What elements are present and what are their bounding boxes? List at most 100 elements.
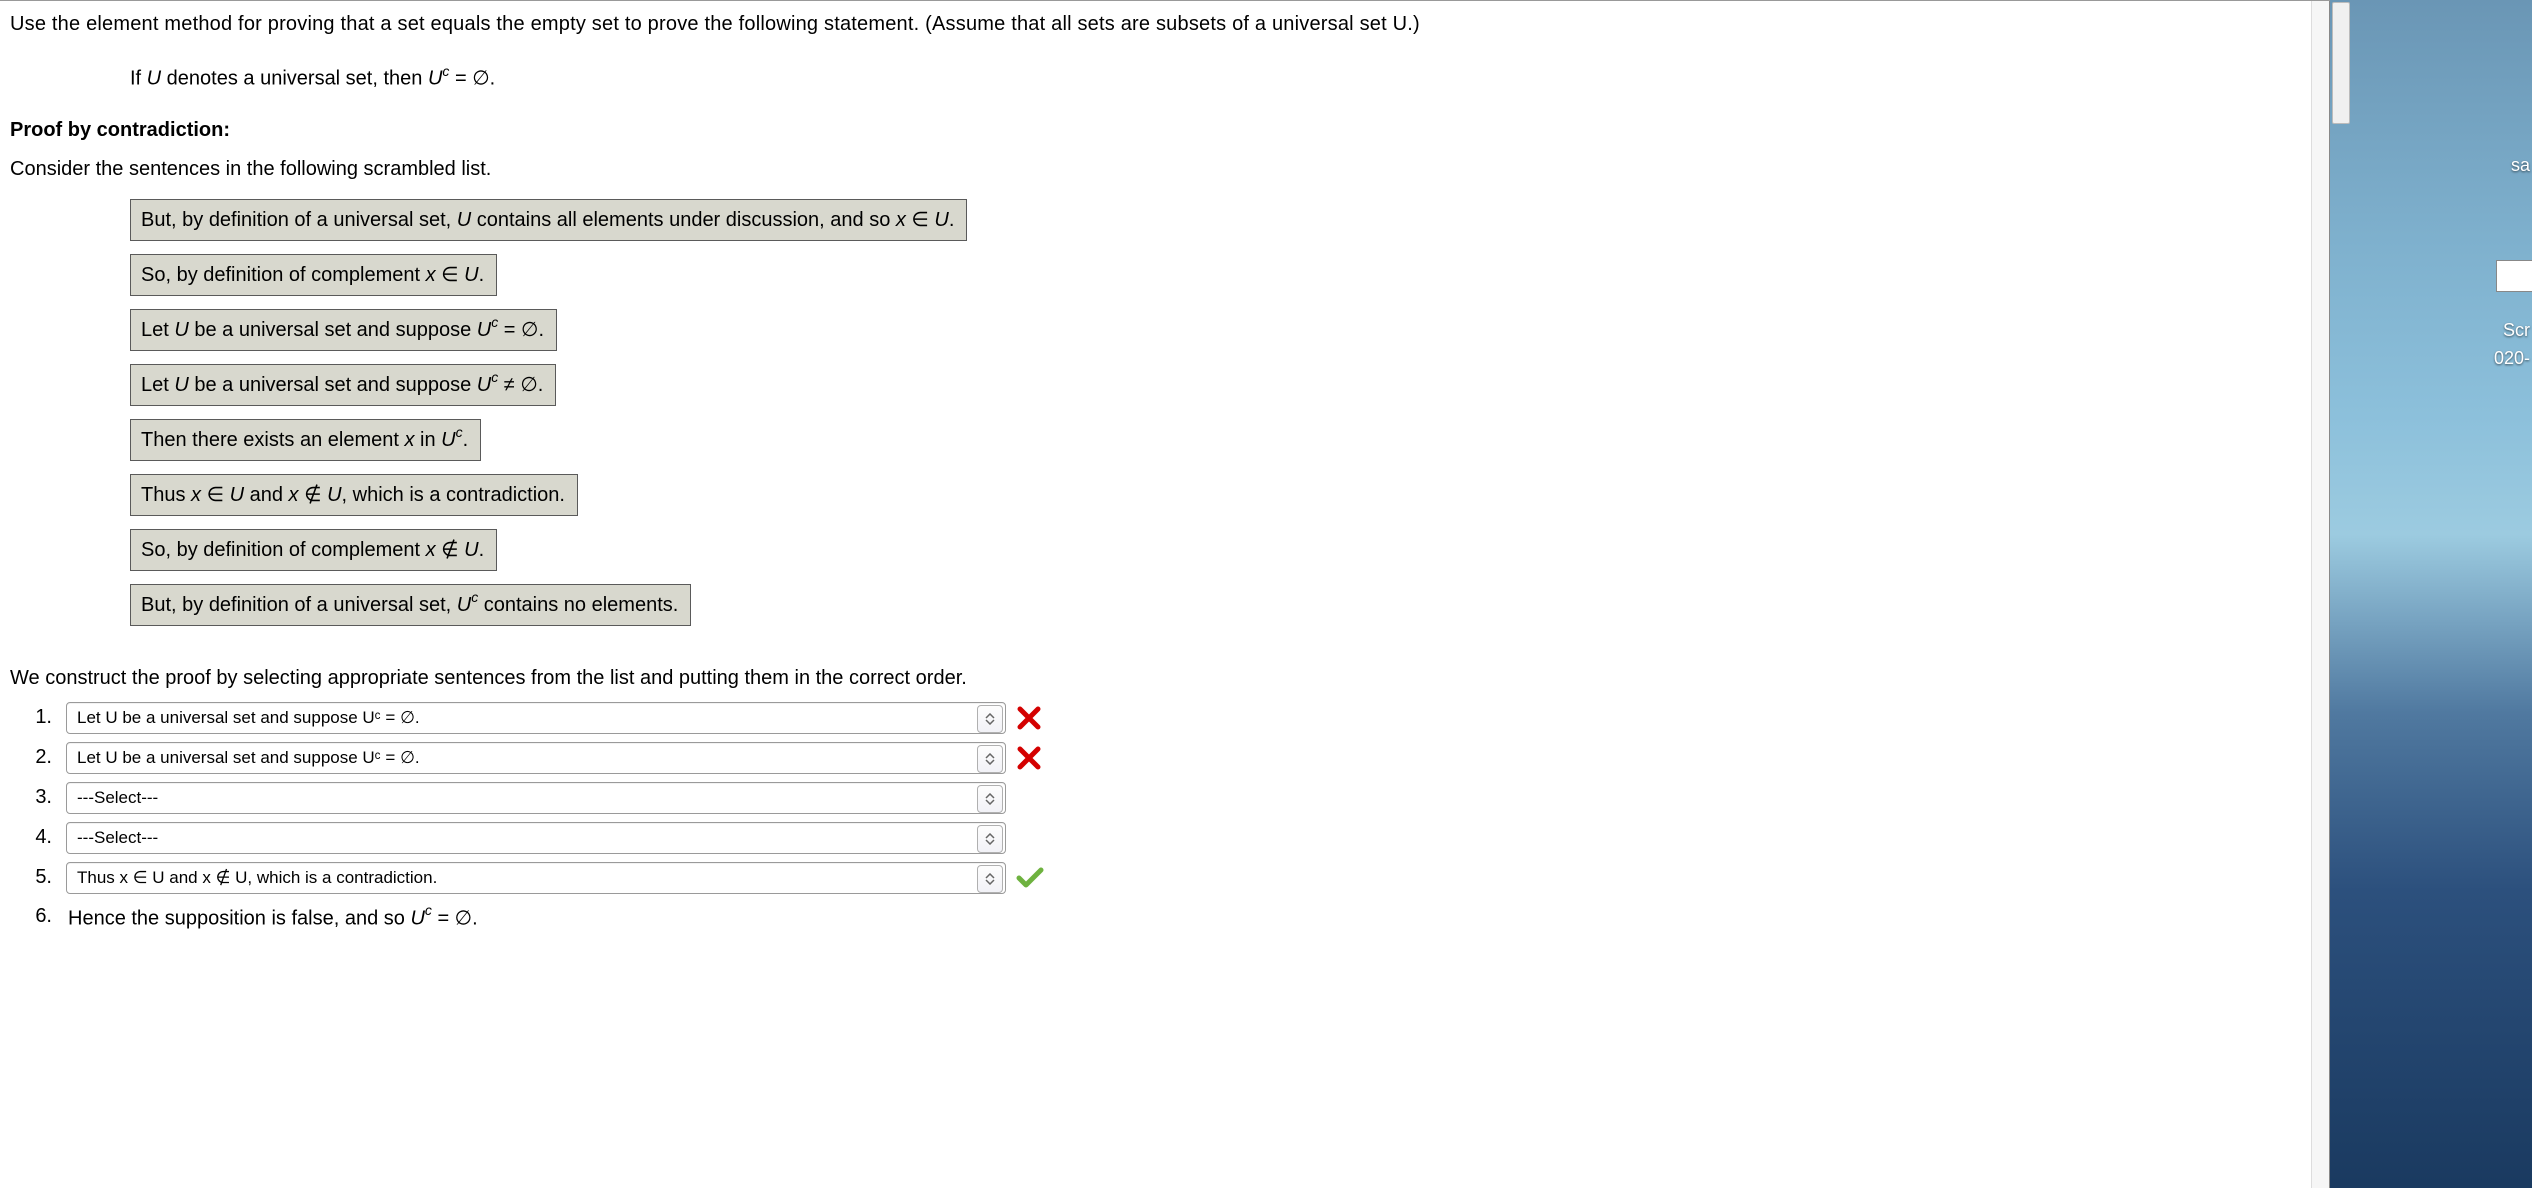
sliver-text-date: 020- [2494,348,2530,369]
v: x [426,264,436,286]
draggable-sentence-tile[interactable]: Then there exists an element x in Uc. [130,419,481,461]
t: ∈ [436,264,465,286]
select-value: Let U be a universal set and suppose Uᶜ … [77,748,420,768]
sliver-text-sa: sa [2511,155,2530,176]
t: and [244,484,288,506]
v: x [426,539,436,561]
chevron-down-icon [985,759,995,765]
scrambled-tiles: But, by definition of a universal set, U… [130,199,2330,639]
t: But, by definition of a universal set, [141,594,457,616]
draggable-sentence-tile[interactable]: So, by definition of complement x ∉ U. [130,529,497,571]
v: x [896,209,906,231]
var-U: U [428,68,442,90]
row-number: 2. [22,746,52,769]
superscript-c: c [491,314,498,330]
select-stepper[interactable] [977,745,1003,773]
v: U [457,209,471,231]
txt: denotes a universal set, then [161,68,428,90]
t: Then there exists an element [141,429,404,451]
proof-heading: Proof by contradiction: [10,119,2330,142]
v: U [477,319,491,341]
answer-row-5: 5. Thus x ∈ U and x ∉ U, which is a cont… [22,862,2330,894]
draggable-sentence-tile[interactable]: Let U be a universal set and suppose Uc … [130,309,557,351]
construct-sentence-text: We construct the proof by selecting appr… [10,667,967,689]
select-value: Let U be a universal set and suppose Uᶜ … [77,708,420,728]
answer-select[interactable]: ---Select--- [66,782,1006,814]
answer-select[interactable]: ---Select--- [66,822,1006,854]
v: U [934,209,948,231]
select-stepper[interactable] [977,705,1003,733]
v: U [327,484,341,506]
draggable-sentence-tile[interactable]: But, by definition of a universal set, U… [130,199,967,241]
t: ∉ [299,484,328,506]
correct-mark [1016,867,1044,889]
desktop-file-icon[interactable] [2496,260,2532,292]
t: contains all elements under discussion, … [471,209,896,231]
chevron-down-icon [985,799,995,805]
t: . [463,429,469,451]
t: = ∅. [498,319,544,341]
answer-row-6: 6. Hence the supposition is false, and s… [22,904,2330,931]
t: . [949,209,955,231]
page-root: sa Scr 020- Use the element method for p… [0,0,2532,1188]
t: Let [141,374,174,396]
t: ≠ ∅. [498,374,543,396]
x-icon [1016,745,1042,771]
select-value: Thus x ∈ U and x ∉ U, which is a contrad… [77,868,437,888]
row-number: 1. [22,706,52,729]
select-stepper[interactable] [977,865,1003,893]
v: U [230,484,244,506]
desktop-sliver: sa Scr 020- [2329,0,2532,1188]
answer-row-1: 1. Let U be a universal set and suppose … [22,702,2330,734]
t: So, by definition of complement [141,264,426,286]
var-U: U [147,68,161,90]
question-body: Use the element method for proving that … [0,0,2330,1188]
t: Hence the supposition is false, and so [68,907,410,929]
draggable-sentence-tile[interactable]: But, by definition of a universal set, U… [130,584,691,626]
v: U [174,319,188,341]
t: Let [141,319,174,341]
draggable-sentence-tile[interactable]: So, by definition of complement x ∈ U. [130,254,497,296]
v: U [410,907,424,929]
t: ∈ [201,484,230,506]
row-number: 4. [22,826,52,849]
draggable-sentence-tile[interactable]: Let U be a universal set and suppose Uc … [130,364,556,406]
t: But, by definition of a universal set, [141,209,457,231]
v: U [174,374,188,396]
select-stepper[interactable] [977,825,1003,853]
superscript-c: c [491,369,498,385]
answer-row-3: 3. ---Select--- [22,782,2330,814]
chevron-down-icon [985,879,995,885]
t: . [479,264,485,286]
t: So, by definition of complement [141,539,426,561]
select-value: ---Select--- [77,788,158,808]
t: Thus [141,484,191,506]
t: , which is a contradiction. [342,484,565,506]
conclusion-text: Hence the supposition is false, and so U… [68,904,478,931]
answer-select[interactable]: Let U be a universal set and suppose Uᶜ … [66,742,1006,774]
t: contains no elements. [478,594,678,616]
superscript-c: c [425,902,432,918]
answer-row-2: 2. Let U be a universal set and suppose … [22,742,2330,774]
answer-select[interactable]: Let U be a universal set and suppose Uᶜ … [66,702,1006,734]
superscript-c: c [456,424,463,440]
chevron-down-icon [985,719,995,725]
select-stepper[interactable] [977,785,1003,813]
sliver-scrollbar[interactable] [2332,2,2350,124]
txt: = ∅. [449,68,495,90]
select-value: ---Select--- [77,828,158,848]
answer-select[interactable]: Thus x ∈ U and x ∉ U, which is a contrad… [66,862,1006,894]
draggable-sentence-tile[interactable]: Thus x ∈ U and x ∉ U, which is a contrad… [130,474,578,516]
instruction-span: Use the element method for proving that … [10,13,1420,35]
v: U [441,429,455,451]
t: be a universal set and suppose [189,374,477,396]
v: U [464,264,478,286]
row-number: 3. [22,786,52,809]
t: . [479,539,485,561]
v: U [464,539,478,561]
t: ∈ [906,209,935,231]
t: be a universal set and suppose [189,319,477,341]
proof-heading-text: Proof by contradiction: [10,119,230,141]
v: U [477,374,491,396]
v: x [191,484,201,506]
